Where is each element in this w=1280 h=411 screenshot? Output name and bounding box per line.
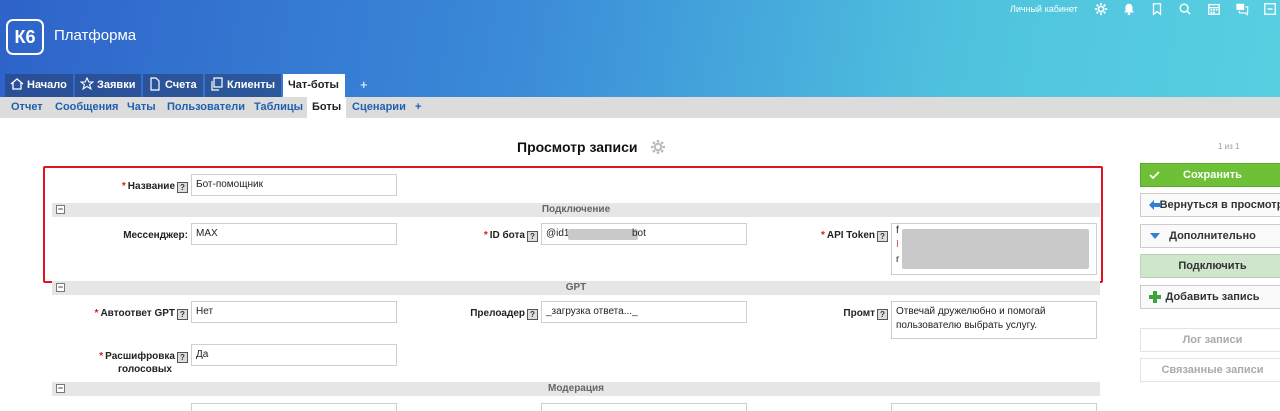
calendar-icon[interactable] [1206, 1, 1222, 17]
search-icon[interactable] [1177, 1, 1193, 17]
tab-label: Клиенты [227, 79, 276, 91]
record-counter: 1 из 1 [1218, 142, 1240, 151]
tab-invoices[interactable]: Счета [143, 74, 203, 97]
bell-icon[interactable] [1121, 1, 1137, 17]
chevron-down-icon [1148, 229, 1162, 243]
tab-label: Счета [165, 79, 197, 91]
subnav-chats[interactable]: Чаты [122, 97, 161, 118]
collapse-icon[interactable]: − [56, 283, 65, 292]
logo[interactable]: К6 [6, 19, 44, 55]
preloader-field[interactable]: _загрузка ответа..._ [541, 301, 747, 323]
page-title: Просмотр записи [517, 139, 638, 155]
add-record-button[interactable]: Добавить запись [1140, 285, 1280, 309]
subnav-report[interactable]: Отчет [6, 97, 48, 118]
tab-label: Начало [27, 79, 67, 91]
plus-icon [1148, 290, 1162, 304]
section-moderation[interactable]: − Модерация [52, 382, 1100, 396]
subnav-users[interactable]: Пользователи [162, 97, 250, 118]
record-log-button[interactable]: Лог записи [1140, 328, 1280, 352]
moderation-field-1[interactable] [191, 403, 397, 411]
gear-icon[interactable] [1093, 1, 1109, 17]
check-icon [1148, 168, 1162, 182]
voice-field[interactable]: Да [191, 344, 397, 366]
section-gpt[interactable]: − GPT [52, 281, 1100, 295]
voice-label-line2: голосовых [117, 364, 172, 375]
tab-label: Чат-боты [288, 79, 339, 91]
prompt-label: Промт? [780, 307, 888, 320]
sub-navigation: Отчет Сообщения Чаты Пользователи Таблиц… [0, 97, 1280, 118]
moderation-field-3[interactable] [891, 403, 1097, 411]
document-icon [148, 77, 162, 91]
app-title: Платформа [54, 27, 137, 44]
prompt-field[interactable]: Отвечай дружелюбно и помогай пользовател… [891, 301, 1097, 339]
tab-clients[interactable]: Клиенты [205, 74, 282, 97]
subnav-bots[interactable]: Боты [307, 97, 347, 118]
help-icon[interactable]: ? [877, 309, 888, 320]
tab-chatbots[interactable]: Чат-боты [283, 74, 345, 97]
help-icon[interactable]: ? [177, 352, 188, 363]
back-to-view-button[interactable]: Вернуться в просмотр [1140, 193, 1280, 217]
arrow-left-icon [1148, 198, 1162, 212]
copy-icon [210, 77, 224, 91]
voice-label: * Расшифровка? [60, 350, 188, 363]
moderation-field-2[interactable] [541, 403, 747, 411]
gear-icon[interactable] [650, 139, 666, 155]
subnav-tables[interactable]: Таблицы [249, 97, 308, 118]
top-header: К6 Платформа Личный кабинет Начало Заявк… [0, 0, 1280, 97]
chat-icon[interactable] [1234, 1, 1250, 17]
tab-requests[interactable]: Заявки [75, 74, 142, 97]
collapse-icon[interactable]: − [56, 384, 65, 393]
autoreply-label: * Автоответ GPT? [60, 307, 188, 320]
star-icon [79, 76, 95, 91]
minus-square-icon[interactable] [1262, 1, 1278, 17]
app-root: К6 Платформа Личный кабинет Начало Заявк… [0, 0, 1280, 411]
home-icon [10, 77, 24, 91]
tab-home[interactable]: Начало [5, 74, 73, 97]
help-icon[interactable]: ? [527, 309, 538, 320]
help-icon[interactable]: ? [177, 309, 188, 320]
bookmark-icon[interactable] [1149, 1, 1165, 17]
connect-button[interactable]: Подключить [1140, 254, 1280, 278]
add-subnav-button[interactable]: + [410, 97, 426, 118]
subnav-messages[interactable]: Сообщения [50, 97, 123, 118]
autoreply-field[interactable]: Нет [191, 301, 397, 323]
more-button[interactable]: Дополнительно [1140, 224, 1280, 248]
related-records-button[interactable]: Связанные записи [1140, 358, 1280, 382]
personal-cabinet-link[interactable]: Личный кабинет [1010, 4, 1078, 14]
subnav-scenarios[interactable]: Сценарии [347, 97, 411, 118]
highlight-box [43, 166, 1103, 283]
preloader-label: Прелоадер? [440, 307, 538, 320]
tab-label: Заявки [97, 79, 136, 91]
add-tab-button[interactable]: + [360, 77, 368, 92]
save-button[interactable]: Сохранить [1140, 163, 1280, 187]
